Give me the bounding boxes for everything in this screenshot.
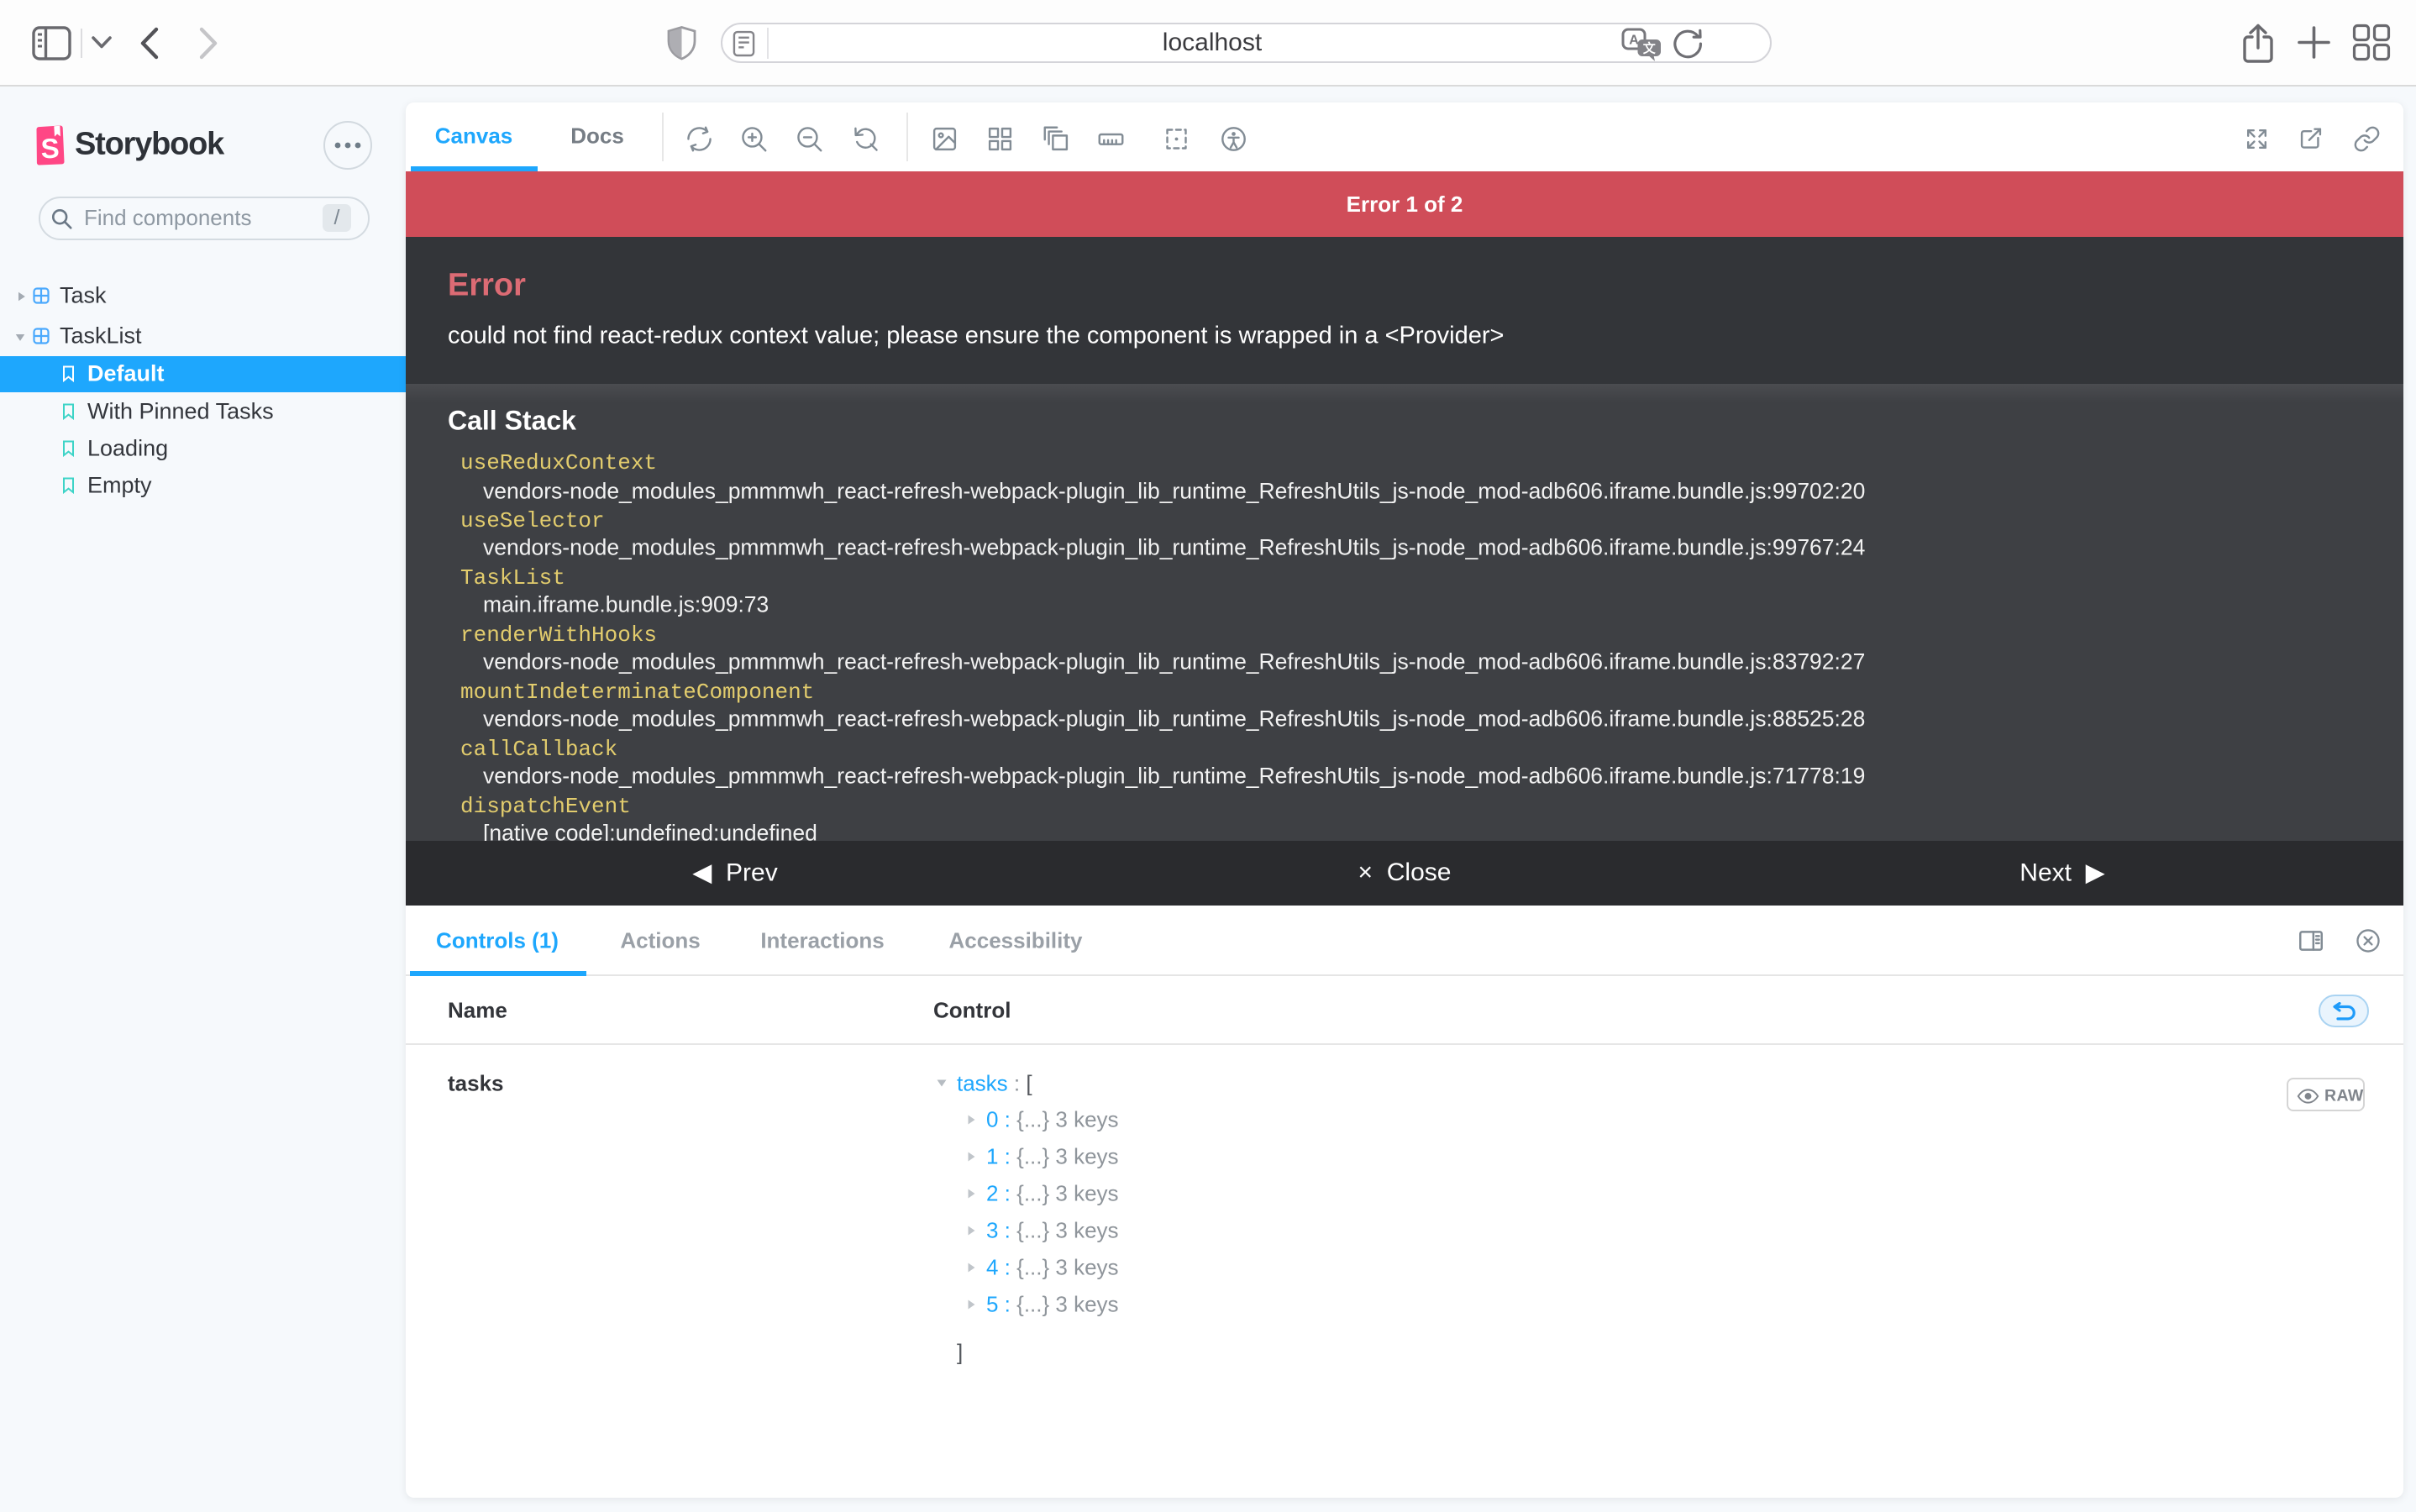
svg-text:A: A <box>1629 34 1639 48</box>
svg-text:S: S <box>40 133 60 165</box>
svg-text:文: 文 <box>1643 41 1657 56</box>
